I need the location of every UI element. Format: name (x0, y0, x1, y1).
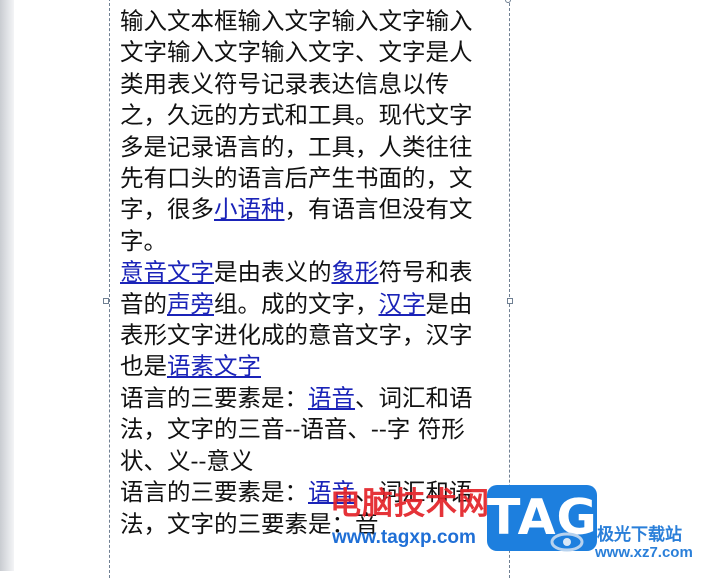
hyperlink[interactable]: 意音文字 (120, 258, 214, 286)
text-run: 是由表义的 (214, 258, 332, 287)
watermark-site-name: 极光下载站 (597, 525, 682, 545)
text-run: 语言的三要素是： (120, 478, 308, 507)
hyperlink[interactable]: 象形 (332, 258, 379, 286)
window-left-gutter (0, 0, 14, 571)
hyperlink[interactable]: 小语种 (214, 195, 285, 223)
paragraph: 意音文字是由表义的象形符号和表音的声旁组。成的文字，汉字是由表形文字进化成的意音… (120, 257, 492, 383)
resize-handle-left[interactable] (103, 298, 109, 304)
text-run: 语言的三要素是： (120, 383, 308, 412)
text-run: 输入文本框输入文字输入文字输入文字输入文字输入文字、文字是人类用表义符号记录表达… (120, 7, 473, 224)
resize-handle-right[interactable] (507, 298, 513, 304)
watermark-swirl-icon (550, 532, 584, 552)
watermark-brand: 电脑技术网 (330, 486, 490, 522)
paragraph: 输入文本框输入文字输入文字输入文字输入文字输入文字、文字是人类用表义符号记录表达… (120, 6, 492, 257)
hyperlink[interactable]: 声旁 (167, 290, 214, 318)
hyperlink[interactable]: 汉字 (379, 290, 426, 318)
paragraph: 语言的三要素是：语音、词汇和语法，文字的三音--语音、--字 符形状、义--意义 (120, 383, 492, 477)
text-run: 组。成的文字， (214, 289, 379, 318)
watermark-url: www.tagxp.com (332, 527, 476, 548)
hyperlink[interactable]: 语音 (308, 384, 355, 412)
resize-handle-top-right[interactable] (505, 0, 511, 3)
text-box-content[interactable]: 输入文本框输入文字输入文字输入文字输入文字输入文字、文字是人类用表义符号记录表达… (120, 6, 492, 540)
hyperlink[interactable]: 语素文字 (167, 352, 261, 380)
watermark-site-url: www.xz7.com (595, 544, 693, 561)
